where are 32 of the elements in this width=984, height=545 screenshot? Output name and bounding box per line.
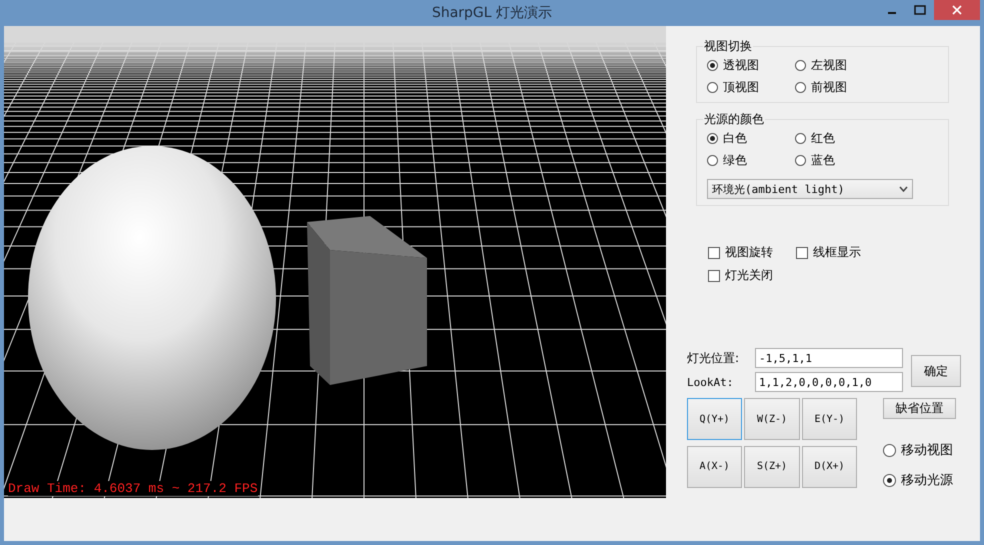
radio-button[interactable]: 移动视图	[883, 441, 953, 459]
caret-icon	[899, 186, 908, 192]
default-position-button[interactable]: 缺省位置	[883, 398, 956, 419]
group-title: 光源的颜色	[703, 111, 765, 128]
close-icon[interactable]	[934, 0, 980, 20]
radio-button[interactable]: 红色	[795, 130, 883, 147]
field-label: 灯光位置:	[687, 350, 740, 366]
move-button[interactable]: D(X+)	[802, 446, 857, 488]
input-field[interactable]: -1,5,1,1	[755, 348, 903, 368]
move-button[interactable]: E(Y-)	[802, 398, 857, 440]
checkbox[interactable]: 线框显示	[796, 244, 884, 261]
move-button[interactable]: S(Z+)	[744, 446, 800, 488]
fps-text: Draw Time: 4.6037 ms ~ 217.2 FPS	[8, 481, 258, 496]
radio-button[interactable]: 前视图	[795, 79, 883, 96]
move-button[interactable]: W(Z-)	[744, 398, 800, 440]
radio-button[interactable]: 蓝色	[795, 152, 883, 169]
field-label: LookAt:	[687, 376, 734, 388]
radio-button[interactable]: 顶视图	[707, 79, 795, 96]
window-title: SharpGL 灯光演示	[432, 4, 552, 22]
radio-button[interactable]: 透视图	[707, 57, 795, 74]
radio-button[interactable]: 移动光源	[883, 471, 953, 489]
confirm-button[interactable]: 确定	[911, 355, 961, 387]
radio-button[interactable]: 绿色	[707, 152, 795, 169]
move-button[interactable]: Q(Y+)	[687, 398, 742, 440]
move-button[interactable]: A(X-)	[687, 446, 742, 488]
group-title: 视图切换	[703, 38, 753, 55]
checkbox[interactable]: 灯光关闭	[708, 267, 796, 284]
checkbox[interactable]: 视图旋转	[708, 244, 796, 261]
input-field[interactable]: 1,1,2,0,0,0,0,1,0	[755, 372, 903, 392]
radio-button[interactable]: 白色	[707, 130, 795, 147]
light-type-dropdown[interactable]: 环境光(ambient light)	[707, 179, 913, 199]
radio-button[interactable]: 左视图	[795, 57, 883, 74]
